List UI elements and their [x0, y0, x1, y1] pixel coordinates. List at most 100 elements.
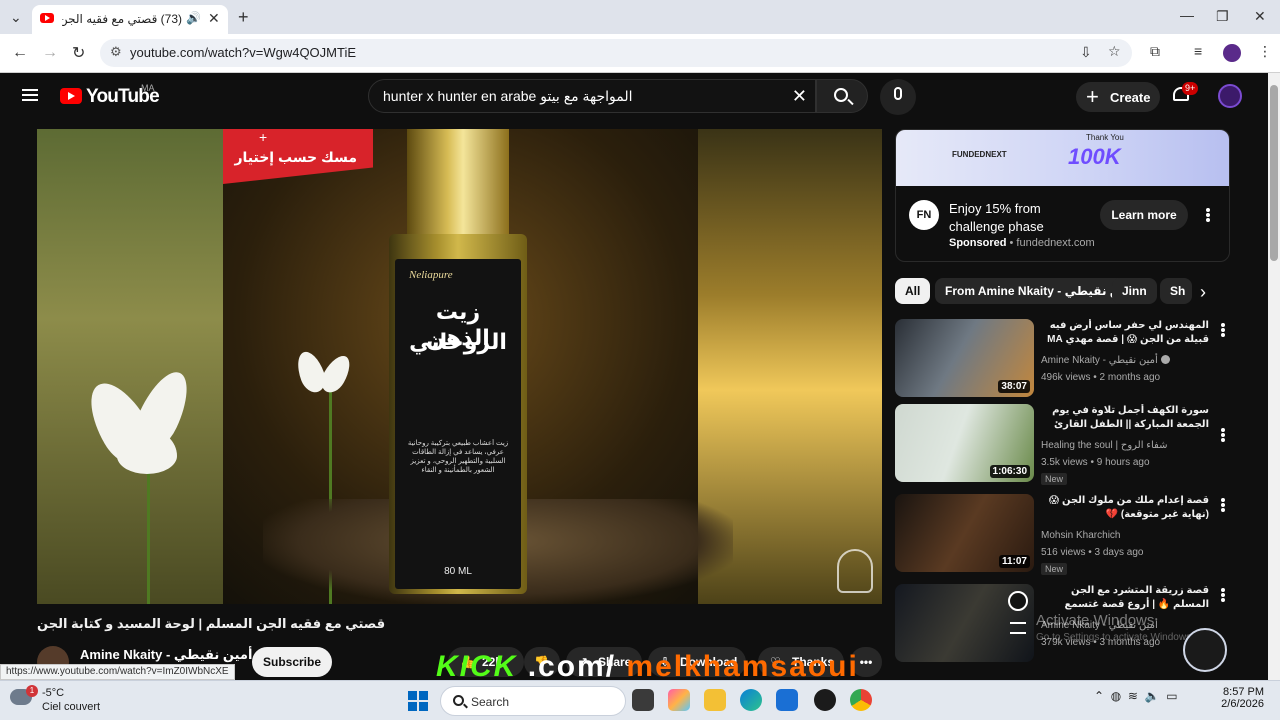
chevron-right-icon[interactable]: › — [1200, 282, 1206, 303]
search-button[interactable] — [816, 79, 868, 113]
recommended-title[interactable]: المهندس لي حفر ساس أرض فيه قبيلة من الجن… — [1041, 319, 1209, 347]
store-icon[interactable] — [776, 689, 798, 711]
video-thumbnail[interactable]: 38:07 — [895, 319, 1034, 397]
install-app-icon[interactable]: ⇩ — [1080, 44, 1092, 61]
browser-toolbar: ← → ↻ ⚙ youtube.com/watch?v=Wgw4QOJMTiE … — [0, 34, 1280, 73]
channel-name-text[interactable]: Amine Nkaity - أمين نقيطي — [80, 647, 252, 662]
browser-menu-icon[interactable]: ⋮ — [1258, 43, 1272, 60]
tab-search-button[interactable]: ⌄ — [10, 9, 22, 26]
address-bar-url[interactable]: youtube.com/watch?v=Wgw4QOJMTiE — [130, 45, 356, 60]
page-scrollbar[interactable] — [1268, 73, 1280, 680]
bookmark-star-icon[interactable]: ☆ — [1108, 43, 1121, 60]
ad-menu-icon[interactable] — [1206, 208, 1210, 222]
verified-badge-icon — [1160, 355, 1170, 364]
video-duration: 38:07 — [998, 380, 1030, 393]
chrome-icon[interactable] — [850, 689, 872, 711]
clear-search-icon[interactable]: ✕ — [792, 86, 807, 107]
video-menu-icon[interactable] — [1221, 323, 1225, 337]
network-icon: ◍ — [1110, 689, 1122, 703]
recommended-meta: 496k views • 2 months ago — [1041, 372, 1161, 383]
video-duration: 1:06:30 — [989, 465, 1030, 478]
audio-playing-icon[interactable]: 🔊 — [186, 11, 201, 25]
stream-overlay-text: KICK .com/ melkhamsaoui — [436, 650, 859, 684]
chevron-up-icon: ⌃ — [1094, 689, 1105, 703]
recommended-title[interactable]: قصة زريقة المتشرد مع الجن المسلم 🔥 | أرو… — [1041, 584, 1209, 612]
recommended-channel-name[interactable]: Amine Nkaity - أمين نقيطي — [1041, 355, 1158, 366]
file-explorer-icon[interactable] — [704, 689, 726, 711]
new-tab-button[interactable]: + — [238, 7, 249, 28]
youtube-logo-icon[interactable] — [60, 88, 82, 104]
minimize-button[interactable]: — — [1180, 7, 1194, 23]
recommended-channel-name[interactable]: Healing the soul | شفاء الروح — [1041, 440, 1167, 451]
search-input[interactable]: hunter x hunter en arabe المواجهة مع بيت… — [368, 79, 816, 113]
chip-all[interactable]: All — [895, 278, 931, 304]
notifications-button[interactable]: 9+ — [1172, 82, 1199, 104]
browser-tab-active[interactable]: (73) قصتي مع فقيه الجن المـ 🔊 ✕ — [32, 5, 228, 34]
create-button[interactable]: + Create — [1076, 82, 1160, 112]
video-thumbnail[interactable]: 1:06:30 — [895, 404, 1034, 482]
windows-start-icon[interactable] — [408, 691, 428, 711]
task-view-icon[interactable] — [632, 689, 654, 711]
recommended-channel-name[interactable]: Mohsin Kharchich — [1041, 530, 1120, 541]
sponsored-label: Sponsored — [949, 237, 1007, 249]
weather-temperature: -5°C — [42, 687, 65, 699]
recommended-channel: Amine Nkaity - أمين نقيطي — [1041, 355, 1170, 366]
overlay-domain: .com/ — [527, 650, 617, 683]
recommended-meta: 3.5k views • 9 hours ago — [1041, 457, 1150, 468]
close-window-button[interactable]: ✕ — [1254, 8, 1266, 25]
recommended-title[interactable]: سورة الكهف أجمل تلاوة في يوم الجمعة المب… — [1041, 404, 1209, 432]
chip-jinn[interactable]: Jinn — [1112, 278, 1157, 304]
address-bar[interactable]: ⚙ youtube.com/watch?v=Wgw4QOJMTiE ⇩ ☆ — [100, 39, 1132, 67]
weather-alert-badge: 1 — [26, 685, 38, 697]
ad-title[interactable]: Enjoy 15% from challenge phase — [949, 200, 1089, 236]
chip-partial[interactable]: Sh — [1160, 278, 1192, 304]
learn-more-button[interactable]: Learn more — [1100, 200, 1188, 230]
site-info-icon[interactable]: ⚙ — [110, 44, 122, 60]
extensions-icon[interactable]: ⧉ — [1150, 43, 1160, 60]
recommended-video[interactable]: 38:07 المهندس لي حفر ساس أرض فيه قبيلة م… — [895, 319, 1235, 404]
video-menu-icon[interactable] — [1221, 428, 1225, 442]
ad-banner-brand: FUNDEDNEXT — [952, 150, 1007, 159]
system-tray[interactable]: ⌃ ◍ ≋ 🔈 ▭ — [1094, 689, 1178, 703]
flower-stem — [147, 459, 150, 604]
weather-description: Ciel couvert — [42, 701, 101, 713]
voice-search-button[interactable] — [880, 79, 916, 115]
search-input-value[interactable]: hunter x hunter en arabe المواجهة مع بيت… — [383, 88, 633, 105]
obs-icon[interactable] — [814, 689, 836, 711]
sponsored-ad-card[interactable]: FUNDEDNEXT Thank You 100K FN Enjoy 15% f… — [895, 129, 1230, 262]
watch-later-icon[interactable] — [1008, 591, 1028, 611]
recommended-video[interactable]: 11:07 قصة إعدام ملك من ملوك الجن 😱 (نهاي… — [895, 494, 1235, 579]
new-badge: New — [1041, 563, 1068, 575]
ad-banner-number: 100K — [1068, 144, 1121, 169]
maximize-button[interactable]: ❐ — [1216, 8, 1229, 25]
video-player[interactable]: مسك حسب إختيار + Neliapure زيت الذهن الر… — [37, 129, 882, 604]
subscribe-button[interactable]: Subscribe — [252, 647, 332, 677]
channel-name[interactable]: Amine Nkaity - أمين نقيطي — [80, 647, 266, 663]
video-menu-icon[interactable] — [1221, 588, 1225, 602]
copilot-icon[interactable] — [668, 689, 690, 711]
video-thumbnail[interactable]: 11:07 — [895, 494, 1034, 572]
scrollbar-thumb[interactable] — [1270, 85, 1278, 261]
recommended-title[interactable]: قصة إعدام ملك من ملوك الجن 😱 (نهاية غير … — [1041, 494, 1209, 522]
recommended-video[interactable]: 1:06:30 سورة الكهف أجمل تلاوة في يوم الج… — [895, 404, 1235, 489]
video-menu-icon[interactable] — [1221, 498, 1225, 512]
bottle-cap — [407, 129, 509, 234]
flower-petal — [117, 429, 177, 474]
account-avatar[interactable] — [1218, 84, 1242, 108]
media-controls-icon[interactable]: ≡ — [1194, 43, 1202, 59]
tab-close-icon[interactable]: ✕ — [208, 10, 220, 27]
video-title: قصتي مع فقيه الجن المسلم | لوحة المسيد و… — [37, 616, 386, 631]
reload-icon[interactable]: ↻ — [72, 43, 85, 63]
taskbar-search[interactable]: Search — [440, 686, 626, 716]
add-to-queue-icon[interactable] — [1010, 622, 1026, 634]
plus-icon: + — [1086, 84, 1099, 109]
activate-windows-title: Activate Windows — [1036, 612, 1155, 629]
back-arrow-icon[interactable]: ← — [12, 44, 28, 62]
forward-arrow-icon[interactable]: → — [42, 44, 58, 62]
advertiser-logo[interactable]: FN — [909, 200, 939, 230]
hamburger-menu-icon[interactable] — [22, 89, 38, 101]
edge-icon[interactable] — [740, 689, 762, 711]
browser-profile-avatar[interactable] — [1223, 44, 1241, 62]
ad-banner-image[interactable]: FUNDEDNEXT Thank You 100K — [896, 130, 1229, 186]
taskbar-clock[interactable]: 8:57 PM 2/6/2026 — [1214, 686, 1264, 710]
